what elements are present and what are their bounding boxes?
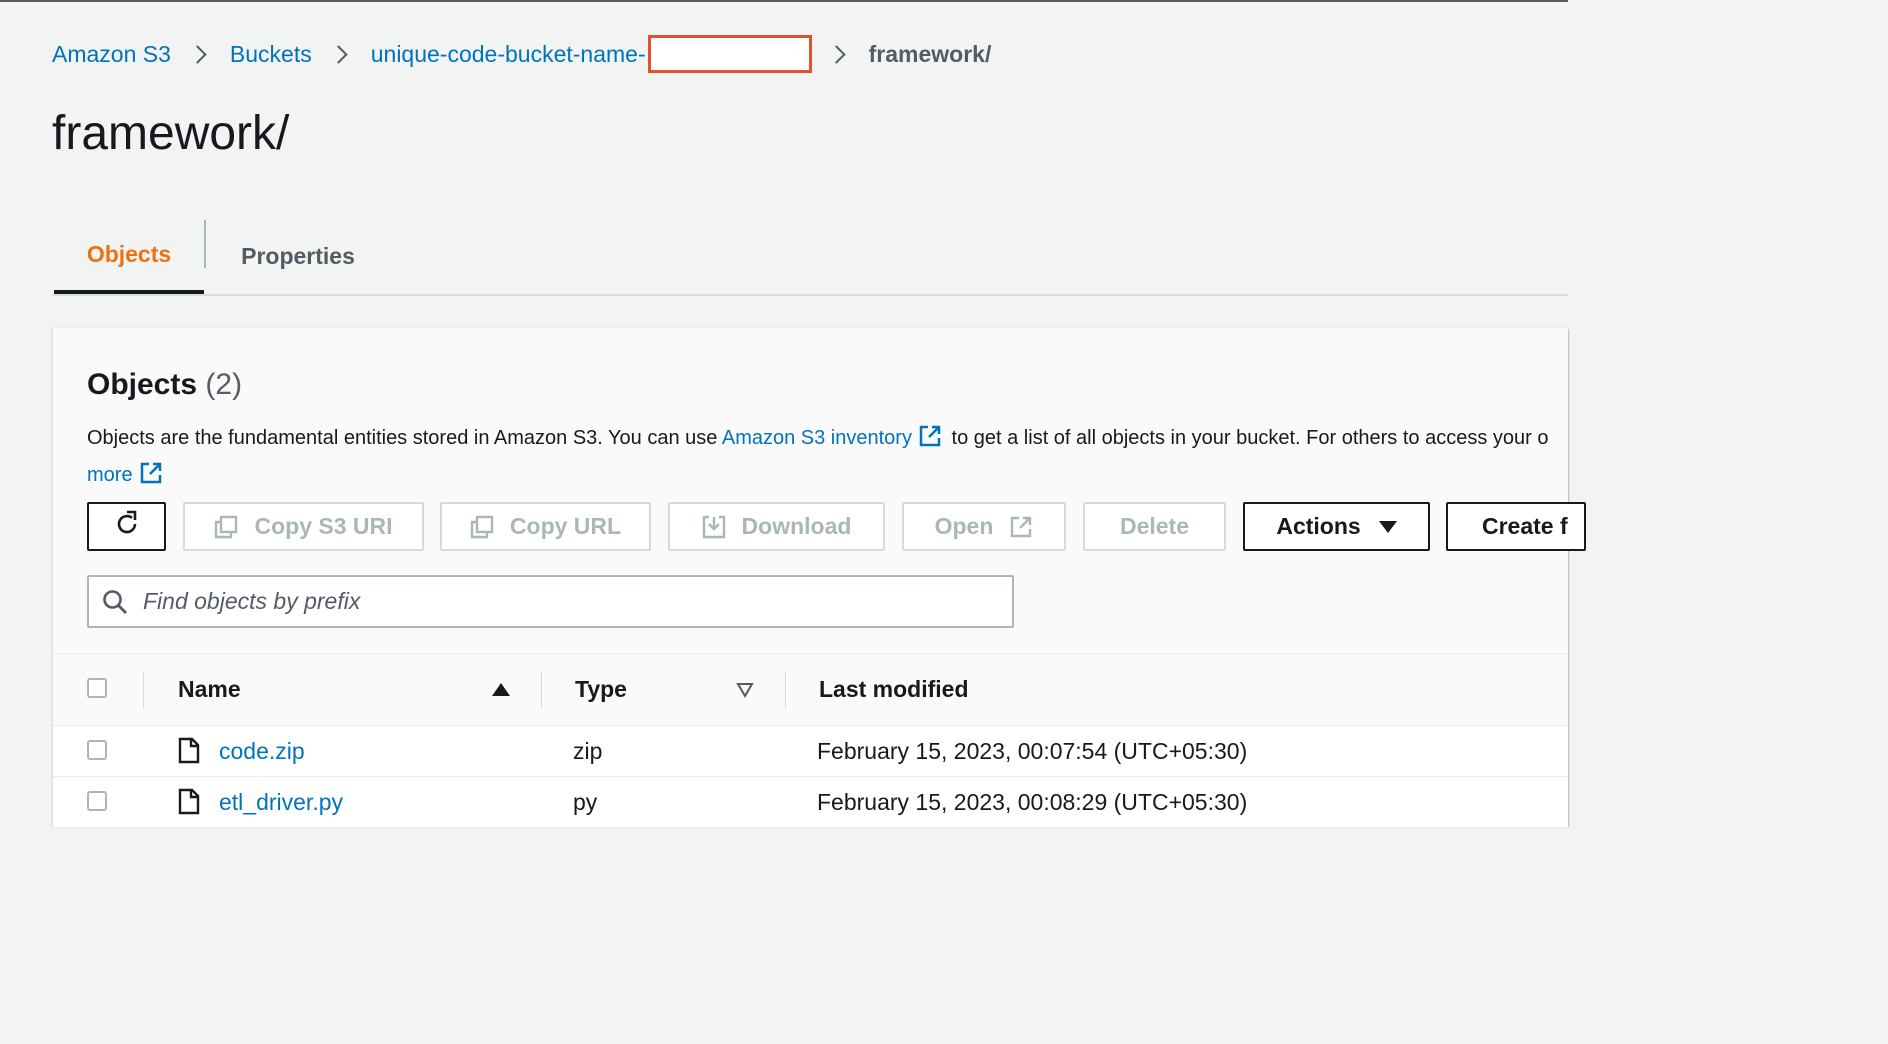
column-divider bbox=[143, 672, 144, 708]
object-type: zip bbox=[573, 737, 603, 764]
file-icon bbox=[178, 788, 200, 820]
breadcrumb-buckets[interactable]: Buckets bbox=[230, 41, 312, 68]
copy-icon bbox=[214, 515, 238, 539]
chevron-right-icon bbox=[329, 44, 348, 64]
objects-panel: Objects (2) Objects are the fundamental … bbox=[53, 328, 1586, 828]
object-name-link[interactable]: etl_driver.py bbox=[219, 789, 343, 816]
download-button[interactable]: Download bbox=[668, 502, 885, 551]
column-header-name[interactable]: Name bbox=[178, 654, 241, 725]
select-all-checkbox[interactable] bbox=[87, 678, 107, 698]
object-last-modified: February 15, 2023, 00:07:54 (UTC+05:30) bbox=[817, 737, 1248, 764]
breadcrumb-amazon-s3[interactable]: Amazon S3 bbox=[52, 41, 171, 68]
chevron-right-icon bbox=[188, 44, 207, 64]
refresh-button[interactable] bbox=[87, 502, 166, 551]
column-divider bbox=[541, 672, 542, 708]
panel-title-text: Objects bbox=[87, 368, 198, 401]
create-folder-button[interactable]: Create f bbox=[1446, 502, 1586, 551]
table-header: Name Type Last modified bbox=[53, 653, 1568, 726]
column-header-type[interactable]: Type bbox=[575, 654, 627, 725]
copy-icon bbox=[470, 515, 494, 539]
copy-url-button[interactable]: Copy URL bbox=[440, 502, 651, 551]
caret-down-icon bbox=[1378, 520, 1397, 533]
tab-bar: Objects Properties bbox=[52, 218, 1568, 296]
download-label: Download bbox=[741, 513, 852, 539]
learn-more-link[interactable]: more bbox=[87, 464, 133, 486]
column-divider bbox=[785, 672, 786, 708]
description-text-2: to get a list of all objects in your buc… bbox=[945, 427, 1549, 449]
actions-label: Actions bbox=[1276, 513, 1361, 539]
open-label: Open bbox=[934, 513, 994, 539]
row-checkbox[interactable] bbox=[87, 740, 107, 760]
tab-properties[interactable]: Properties bbox=[204, 218, 392, 294]
external-link-icon bbox=[918, 424, 942, 459]
copy-s3-uri-label: Copy S3 URI bbox=[254, 513, 393, 539]
s3-inventory-link[interactable]: Amazon S3 inventory bbox=[722, 427, 912, 449]
chevron-right-icon bbox=[826, 44, 846, 64]
download-icon bbox=[702, 515, 726, 539]
object-count: (2) bbox=[205, 368, 243, 401]
sort-ascending-icon[interactable] bbox=[492, 683, 510, 696]
panel-title: Objects (2) bbox=[87, 368, 242, 402]
page-title: framework/ bbox=[52, 107, 290, 160]
description-text: Objects are the fundamental entities sto… bbox=[87, 427, 722, 449]
object-type: py bbox=[573, 788, 598, 815]
copy-url-label: Copy URL bbox=[509, 513, 622, 539]
breadcrumb-bucket-name[interactable]: unique-code-bucket-name- bbox=[371, 41, 646, 68]
sort-descending-icon[interactable] bbox=[736, 682, 754, 703]
search-box[interactable] bbox=[87, 575, 1014, 628]
file-icon bbox=[178, 737, 200, 769]
search-icon bbox=[101, 588, 129, 616]
external-link-icon bbox=[1009, 515, 1033, 539]
refresh-icon bbox=[113, 510, 141, 544]
actions-dropdown[interactable]: Actions bbox=[1243, 502, 1430, 551]
table-row[interactable]: code.zip zip February 15, 2023, 00:07:54… bbox=[53, 726, 1568, 777]
panel-description: Objects are the fundamental entities sto… bbox=[87, 422, 1587, 496]
create-label: Create f bbox=[1482, 513, 1568, 539]
top-border bbox=[0, 0, 1568, 2]
search-input[interactable] bbox=[141, 587, 1005, 616]
delete-label: Delete bbox=[1119, 513, 1190, 539]
copy-s3-uri-button[interactable]: Copy S3 URI bbox=[183, 502, 424, 551]
external-link-icon bbox=[139, 461, 163, 496]
row-checkbox[interactable] bbox=[87, 791, 107, 811]
object-last-modified: February 15, 2023, 00:08:29 (UTC+05:30) bbox=[817, 788, 1248, 815]
column-header-last-modified[interactable]: Last modified bbox=[819, 654, 969, 725]
open-button[interactable]: Open bbox=[902, 502, 1066, 551]
redacted-bucket-suffix bbox=[647, 35, 812, 73]
breadcrumb: Amazon S3 Buckets unique-code-bucket-nam… bbox=[52, 35, 992, 73]
delete-button[interactable]: Delete bbox=[1083, 502, 1226, 551]
table-row[interactable]: etl_driver.py py February 15, 2023, 00:0… bbox=[53, 777, 1568, 828]
tab-objects[interactable]: Objects bbox=[54, 218, 204, 294]
objects-table: Name Type Last modified code.zip zip Feb… bbox=[53, 653, 1568, 828]
breadcrumb-current: framework/ bbox=[868, 40, 992, 67]
object-name-link[interactable]: code.zip bbox=[219, 738, 305, 765]
